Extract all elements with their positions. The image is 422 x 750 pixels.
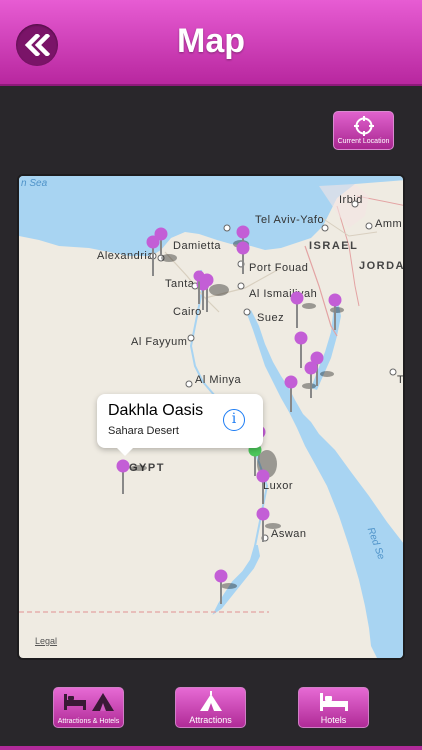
current-location-label: Current Location xyxy=(337,138,390,145)
legal-link[interactable]: Legal xyxy=(35,636,57,646)
current-location-button[interactable]: Current Location xyxy=(333,111,394,150)
map-view[interactable]: n Sea Red Se Irbid Tel Aviv-Yafo Amm Ale… xyxy=(17,174,405,660)
bottom-accent-stripe xyxy=(0,746,422,750)
bed-and-tent-icon xyxy=(63,693,114,711)
tent-icon xyxy=(199,691,222,711)
tab-hotels[interactable]: Hotels xyxy=(298,687,369,728)
map-pin[interactable] xyxy=(256,469,270,505)
map-callout[interactable]: Dakhla Oasis Sahara Desert i xyxy=(97,394,263,456)
map-pin[interactable] xyxy=(236,241,250,275)
map-pin[interactable] xyxy=(284,375,298,413)
bottom-tab-bar: Attractions & Hotels Attractions Hotels xyxy=(0,676,422,750)
map-pin[interactable] xyxy=(304,361,318,399)
tab-label: Attractions xyxy=(189,715,232,725)
page-title: Map xyxy=(177,22,245,60)
tab-label: Attractions & Hotels xyxy=(57,718,120,725)
tab-label: Hotels xyxy=(320,715,347,725)
tab-attractions[interactable]: Attractions xyxy=(175,687,246,728)
header-bar: Map xyxy=(0,0,422,86)
tab-attractions-hotels[interactable]: Attractions & Hotels xyxy=(53,687,124,728)
city-dots xyxy=(149,200,397,542)
map-pin[interactable] xyxy=(146,235,160,277)
map-pin[interactable] xyxy=(294,331,308,369)
map-pin[interactable] xyxy=(116,459,130,495)
bed-icon xyxy=(319,693,348,711)
map-pin[interactable] xyxy=(290,291,304,329)
callout-subtitle: Sahara Desert xyxy=(108,425,179,437)
crosshair-icon xyxy=(353,116,374,136)
callout-title: Dakhla Oasis xyxy=(108,402,204,419)
info-icon[interactable]: i xyxy=(223,409,245,431)
